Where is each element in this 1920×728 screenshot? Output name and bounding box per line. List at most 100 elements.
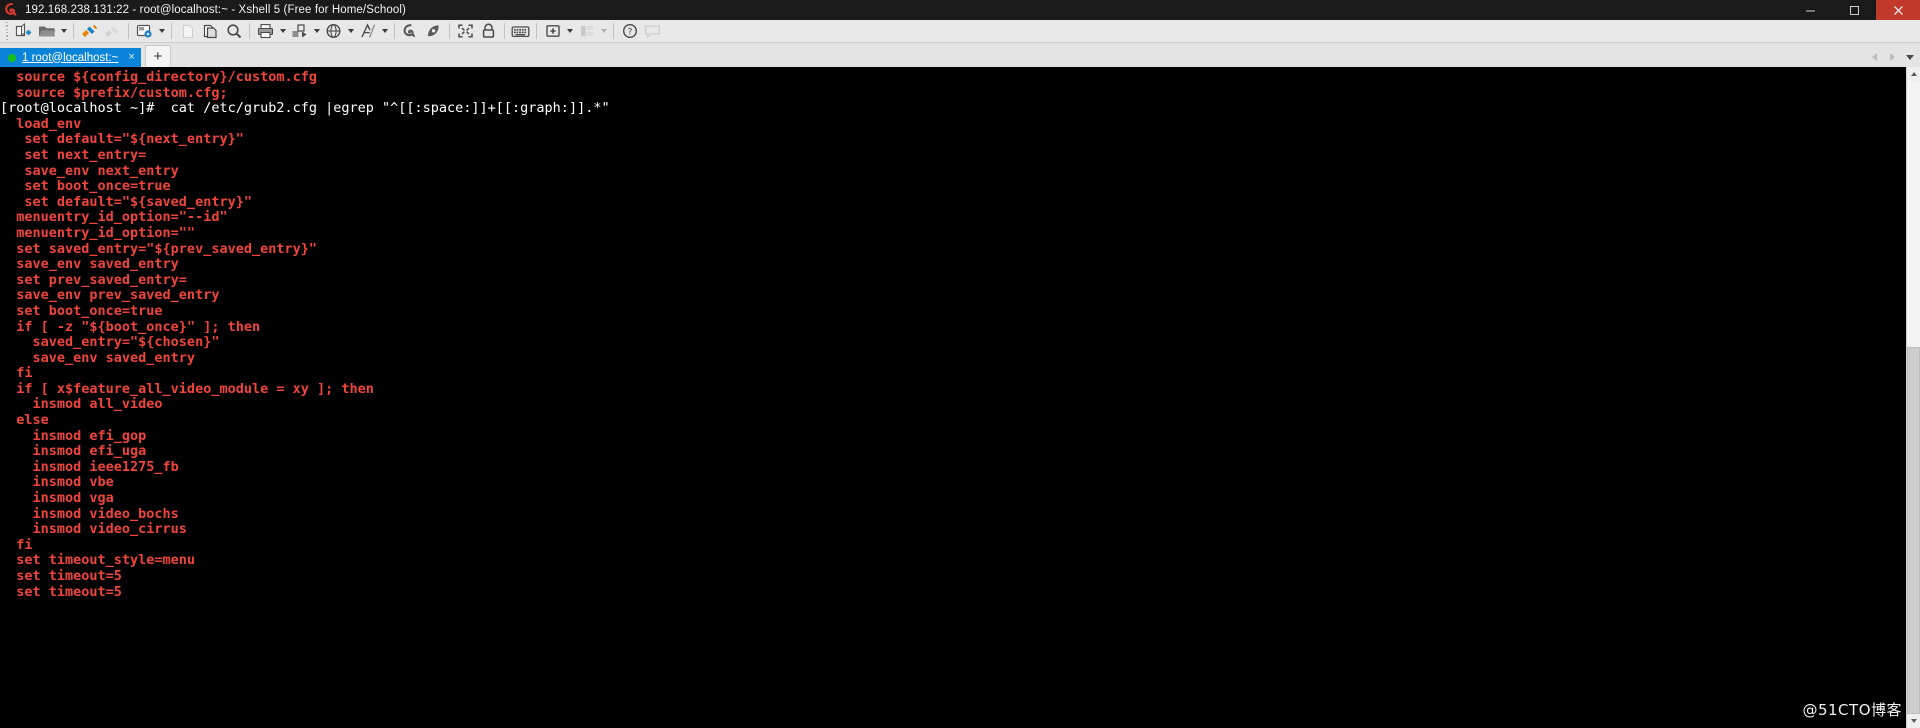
new-tab-icon[interactable] (541, 21, 564, 41)
new-tab-button[interactable]: + (144, 45, 171, 67)
terminal-output-line: save_env saved_entry (0, 256, 179, 273)
file-transfer-icon[interactable] (288, 21, 311, 41)
copy-icon (176, 21, 199, 41)
help-icon[interactable]: ? (618, 21, 641, 41)
open-folder-dropdown-arrow[interactable] (58, 21, 69, 41)
terminal-output-line: insmod vbe (0, 474, 114, 491)
tab-strip: 1 root@localhost:~ × + (0, 43, 1920, 67)
terminal-output[interactable]: source ${config_directory}/custom.cfg so… (0, 67, 1906, 728)
terminal-output-line: set boot_once=true (0, 178, 171, 195)
terminal-output-line: load_env (0, 115, 82, 132)
font-icon[interactable] (356, 21, 379, 41)
xshell-icon[interactable] (399, 21, 422, 41)
new-tab-dropdown-arrow[interactable] (564, 21, 575, 41)
terminal-prompt-line: [root@localhost ~]# cat /etc/grub2.cfg |… (0, 100, 610, 117)
open-folder-icon[interactable] (35, 21, 58, 41)
svg-text:?: ? (627, 28, 632, 38)
chat-balloon-icon (641, 21, 664, 41)
terminal-output-line: set timeout_style=menu (0, 552, 196, 569)
terminal-output-line: set timeout=5 (0, 568, 122, 584)
window-title: 192.168.238.131:22 - root@localhost:~ - … (25, 4, 406, 16)
print-icon[interactable] (254, 21, 277, 41)
session-properties-icon[interactable] (133, 21, 156, 41)
terminal-output-line: set timeout=5 (0, 583, 122, 600)
scroll-up-icon[interactable] (1907, 67, 1920, 81)
find-icon[interactable] (222, 21, 245, 41)
tab-list-chevron-down-icon[interactable] (1902, 49, 1918, 65)
terminal-output-line: else (0, 412, 49, 429)
terminal-output-line: insmod efi_uga (0, 443, 147, 460)
close-icon[interactable]: × (128, 52, 134, 63)
toolbar-divider (73, 23, 74, 39)
terminal-output-line: source ${config_directory}/custom.cfg (0, 69, 317, 85)
terminal-output-line: fi (0, 536, 33, 553)
maximize-button[interactable] (1832, 0, 1876, 20)
terminal-output-line: if [ -z "${boot_once}" ]; then (0, 318, 261, 335)
terminal-output-line: if [ x$feature_all_video_module = xy ]; … (0, 380, 374, 397)
font-dropdown-arrow[interactable] (379, 21, 390, 41)
toolbar-divider (449, 23, 450, 39)
terminal-output-line: set boot_once=true (0, 302, 163, 319)
session-tab-label: 1 root@localhost:~ (22, 51, 119, 64)
terminal-output-line: saved_entry="${chosen}" (0, 334, 220, 351)
toolbar-divider (613, 23, 614, 39)
close-button[interactable] (1876, 0, 1920, 20)
terminal-output-line: set default="${saved_entry}" (0, 193, 252, 210)
terminal-output-line: insmod efi_gop (0, 427, 147, 444)
globe-dropdown-arrow[interactable] (345, 21, 356, 41)
toolbar-divider (249, 23, 250, 39)
toolbar-divider (128, 23, 129, 39)
scroll-tabs-left-icon[interactable] (1866, 49, 1882, 65)
xshell-logo-icon (4, 2, 20, 18)
terminal-output-line: insmod video_cirrus (0, 521, 187, 538)
terminal-output-line: save_env prev_saved_entry (0, 287, 220, 304)
terminal-output-line: set prev_saved_entry= (0, 271, 187, 288)
session-tab[interactable]: 1 root@localhost:~ × (0, 48, 141, 67)
minimize-button[interactable] (1788, 0, 1832, 20)
paste-icon[interactable] (199, 21, 222, 41)
toolbar-divider (394, 23, 395, 39)
connect-icon[interactable] (78, 21, 101, 41)
scroll-down-icon[interactable] (1907, 714, 1920, 728)
toolbar-divider (504, 23, 505, 39)
scrollbar-thumb[interactable] (1907, 346, 1920, 714)
file-transfer-dropdown-arrow[interactable] (311, 21, 322, 41)
scrollbar-track[interactable] (1907, 81, 1920, 714)
xshell-window: 192.168.238.131:22 - root@localhost:~ - … (0, 0, 1920, 728)
toolbar-divider (536, 23, 537, 39)
terminal-output-line: insmod video_bochs (0, 505, 179, 522)
split-layout-icon (575, 21, 598, 41)
disconnect-icon (101, 21, 124, 41)
terminal-output-line: menuentry_id_option="--id" (0, 209, 228, 226)
terminal-output-line: save_env next_entry (0, 162, 179, 179)
tab-strip-controls (1866, 49, 1918, 65)
terminal-area: source ${config_directory}/custom.cfg so… (0, 67, 1920, 728)
terminal-output-line: insmod vga (0, 490, 114, 507)
toolbar-grip[interactable] (3, 22, 10, 40)
toolbar-divider (171, 23, 172, 39)
terminal-output-line: set saved_entry="${prev_saved_entry}" (0, 240, 317, 257)
terminal-output-line: insmod ieee1275_fb (0, 458, 179, 475)
terminal-output-line: set default="${next_entry}" (0, 131, 244, 148)
terminal-output-line: menuentry_id_option="" (0, 224, 196, 241)
print-dropdown-arrow[interactable] (277, 21, 288, 41)
xftp-icon[interactable] (422, 21, 445, 41)
terminal-output-line: source $prefix/custom.cfg; (0, 84, 228, 101)
lock-icon[interactable] (477, 21, 500, 41)
split-layout-dropdown-arrow (598, 21, 609, 41)
watermark: @51CTO博客 (1802, 701, 1902, 719)
scroll-tabs-right-icon[interactable] (1884, 49, 1900, 65)
terminal-scrollbar[interactable] (1906, 67, 1920, 728)
globe-icon[interactable] (322, 21, 345, 41)
window-controls (1788, 0, 1920, 20)
session-properties-dropdown-arrow[interactable] (156, 21, 167, 41)
keyboard-icon[interactable] (509, 21, 532, 41)
terminal-output-line: fi (0, 365, 33, 382)
terminal-output-line: set next_entry= (0, 146, 147, 163)
new-session-icon[interactable] (12, 21, 35, 41)
fullscreen-icon[interactable] (454, 21, 477, 41)
title-bar: 192.168.238.131:22 - root@localhost:~ - … (0, 0, 1920, 20)
toolbar: ? (0, 20, 1920, 43)
connection-status-dot (8, 53, 16, 62)
terminal-output-line: save_env saved_entry (0, 349, 196, 366)
